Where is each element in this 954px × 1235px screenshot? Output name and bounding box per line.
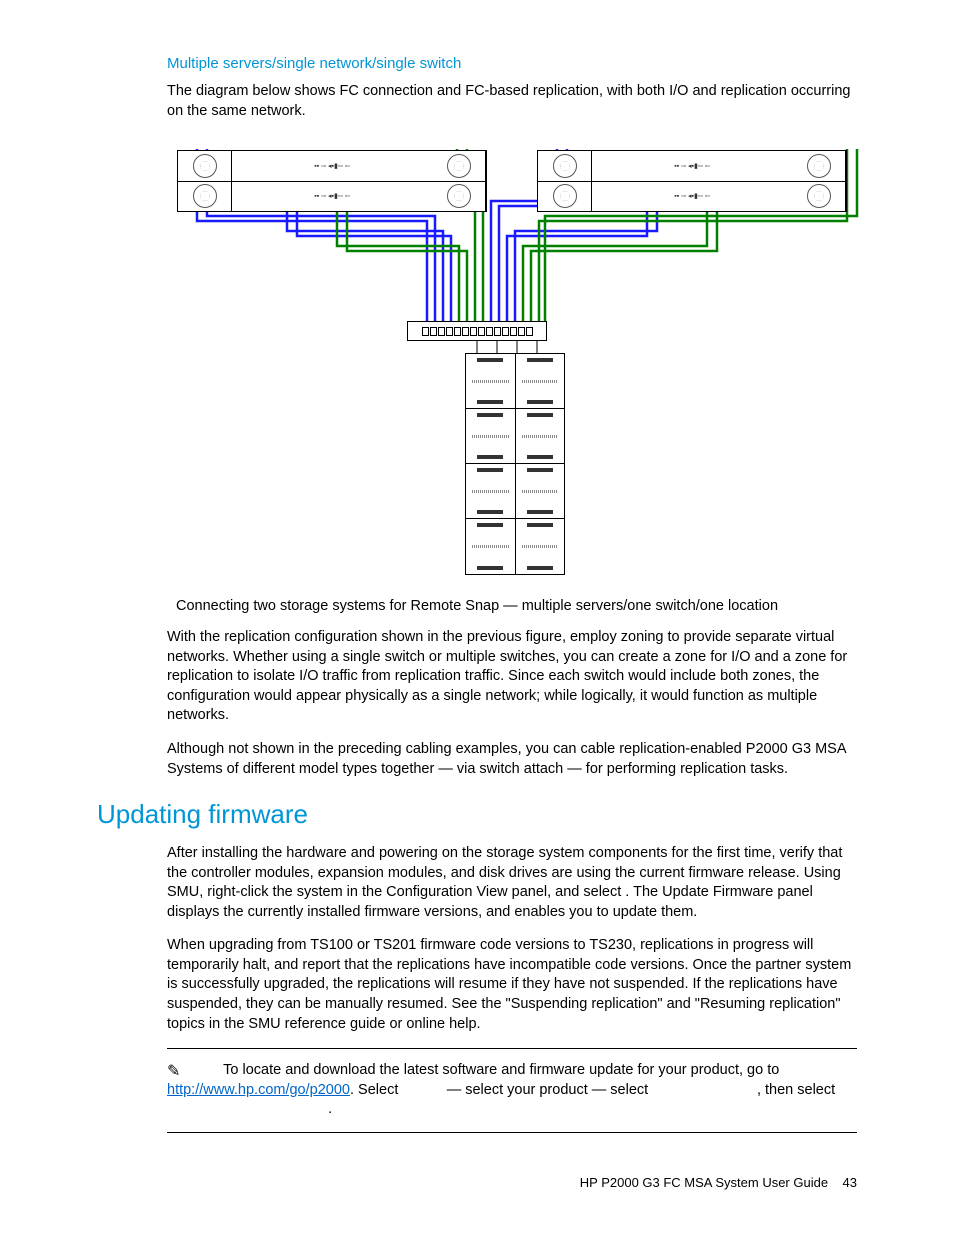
hp-link[interactable]: http://www.hp.com/go/p2000 — [167, 1082, 350, 1098]
intro-paragraph: The diagram below shows FC connection an… — [167, 82, 857, 121]
note-mid2: — select your product — select — [443, 1082, 653, 1098]
divider-bottom — [167, 1132, 857, 1133]
network-diagram: ▪▪ ▫▫ ◂▪▮▫▫ ▫▫ ▪▪ ▫▫ ◂▪▮▫▫ ▫▫ ▪▪ ▫▫ ◂▪▮▫… — [167, 146, 887, 586]
server-hosts — [465, 353, 565, 575]
note-mid1: . Select — [350, 1082, 402, 1098]
firmware-paragraph-2: When upgrading from TS100 or TS201 firmw… — [167, 936, 857, 1034]
note-mid3: , then select — [757, 1082, 835, 1098]
updating-firmware-heading: Updating firmware — [97, 799, 857, 830]
note-end: . — [328, 1101, 332, 1117]
zoning-paragraph: With the replication configuration shown… — [167, 628, 857, 726]
note-lead: To locate and download the latest softwa… — [223, 1062, 779, 1078]
note-icon: ✎ — [167, 1061, 180, 1083]
storage-system-left: ▪▪ ▫▫ ◂▪▮▫▫ ▫▫ ▪▪ ▫▫ ◂▪▮▫▫ ▫▫ — [177, 150, 487, 212]
storage-system-right: ▪▪ ▫▫ ◂▪▮▫▫ ▫▫ ▪▪ ▫▫ ◂▪▮▫▫ ▫▫ — [537, 150, 847, 212]
note-block: ✎ To locate and download the latest soft… — [167, 1061, 857, 1120]
figure-caption: Connecting two storage systems for Remot… — [97, 598, 857, 614]
network-switch — [407, 321, 547, 341]
subsection-heading: Multiple servers/single network/single s… — [167, 55, 857, 72]
page-footer: HP P2000 G3 FC MSA System User Guide 43 — [580, 1175, 857, 1190]
firmware-paragraph-1: After installing the hardware and poweri… — [167, 844, 857, 922]
page-number: 43 — [843, 1175, 857, 1190]
divider-top — [167, 1048, 857, 1049]
footer-title: HP P2000 G3 FC MSA System User Guide — [580, 1175, 828, 1190]
cabling-paragraph: Although not shown in the preceding cabl… — [167, 740, 857, 779]
